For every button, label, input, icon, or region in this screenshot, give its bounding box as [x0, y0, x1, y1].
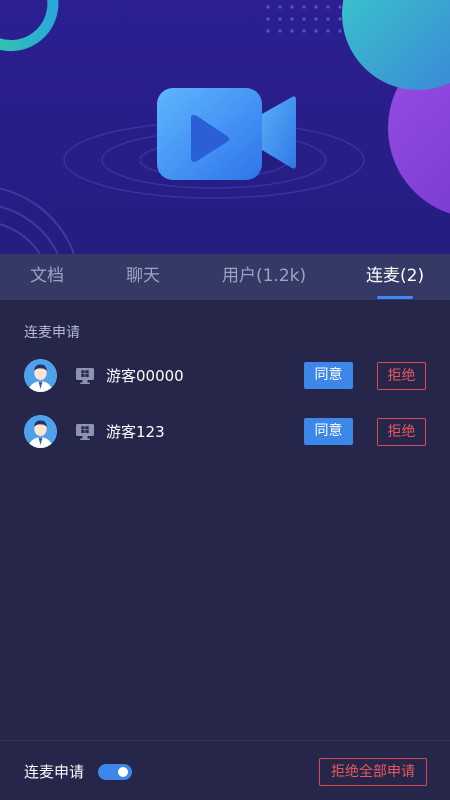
co-host-panel: 连麦申请 游客00000 同意 拒绝 游客123 同意 拒绝	[0, 300, 450, 740]
tab-users[interactable]: 用户(1.2k)	[222, 254, 306, 300]
tab-co-host[interactable]: 连麦(2)	[366, 254, 424, 300]
tab-bar: 文档 聊天 用户(1.2k) 连麦(2)	[0, 254, 450, 300]
request-toggle-label: 连麦申请	[24, 763, 85, 781]
request-toggle[interactable]	[98, 764, 132, 780]
username: 游客00000	[106, 367, 184, 385]
username: 游客123	[106, 423, 165, 441]
active-tab-indicator	[377, 296, 413, 299]
avatar	[24, 359, 57, 392]
tab-chat[interactable]: 聊天	[126, 254, 160, 300]
list-item: 游客00000 同意 拒绝	[0, 356, 450, 396]
windows-desktop-icon	[75, 422, 95, 442]
avatar	[24, 415, 57, 448]
user-avatar-icon	[24, 415, 57, 448]
video-player-area[interactable]	[0, 0, 450, 254]
reject-button[interactable]: 拒绝	[377, 362, 426, 390]
toggle-knob	[118, 767, 128, 777]
list-item: 游客123 同意 拒绝	[0, 412, 450, 452]
tab-documents[interactable]: 文档	[30, 254, 64, 300]
reject-button[interactable]: 拒绝	[377, 418, 426, 446]
co-host-footer: 连麦申请 拒绝全部申请	[0, 740, 450, 800]
agree-button[interactable]: 同意	[304, 362, 353, 389]
user-avatar-icon	[24, 359, 57, 392]
reject-all-button[interactable]: 拒绝全部申请	[319, 758, 427, 786]
windows-desktop-icon	[75, 366, 95, 386]
request-list-title: 连麦申请	[24, 325, 80, 341]
video-placeholder-graphic	[0, 0, 450, 254]
agree-button[interactable]: 同意	[304, 418, 353, 445]
